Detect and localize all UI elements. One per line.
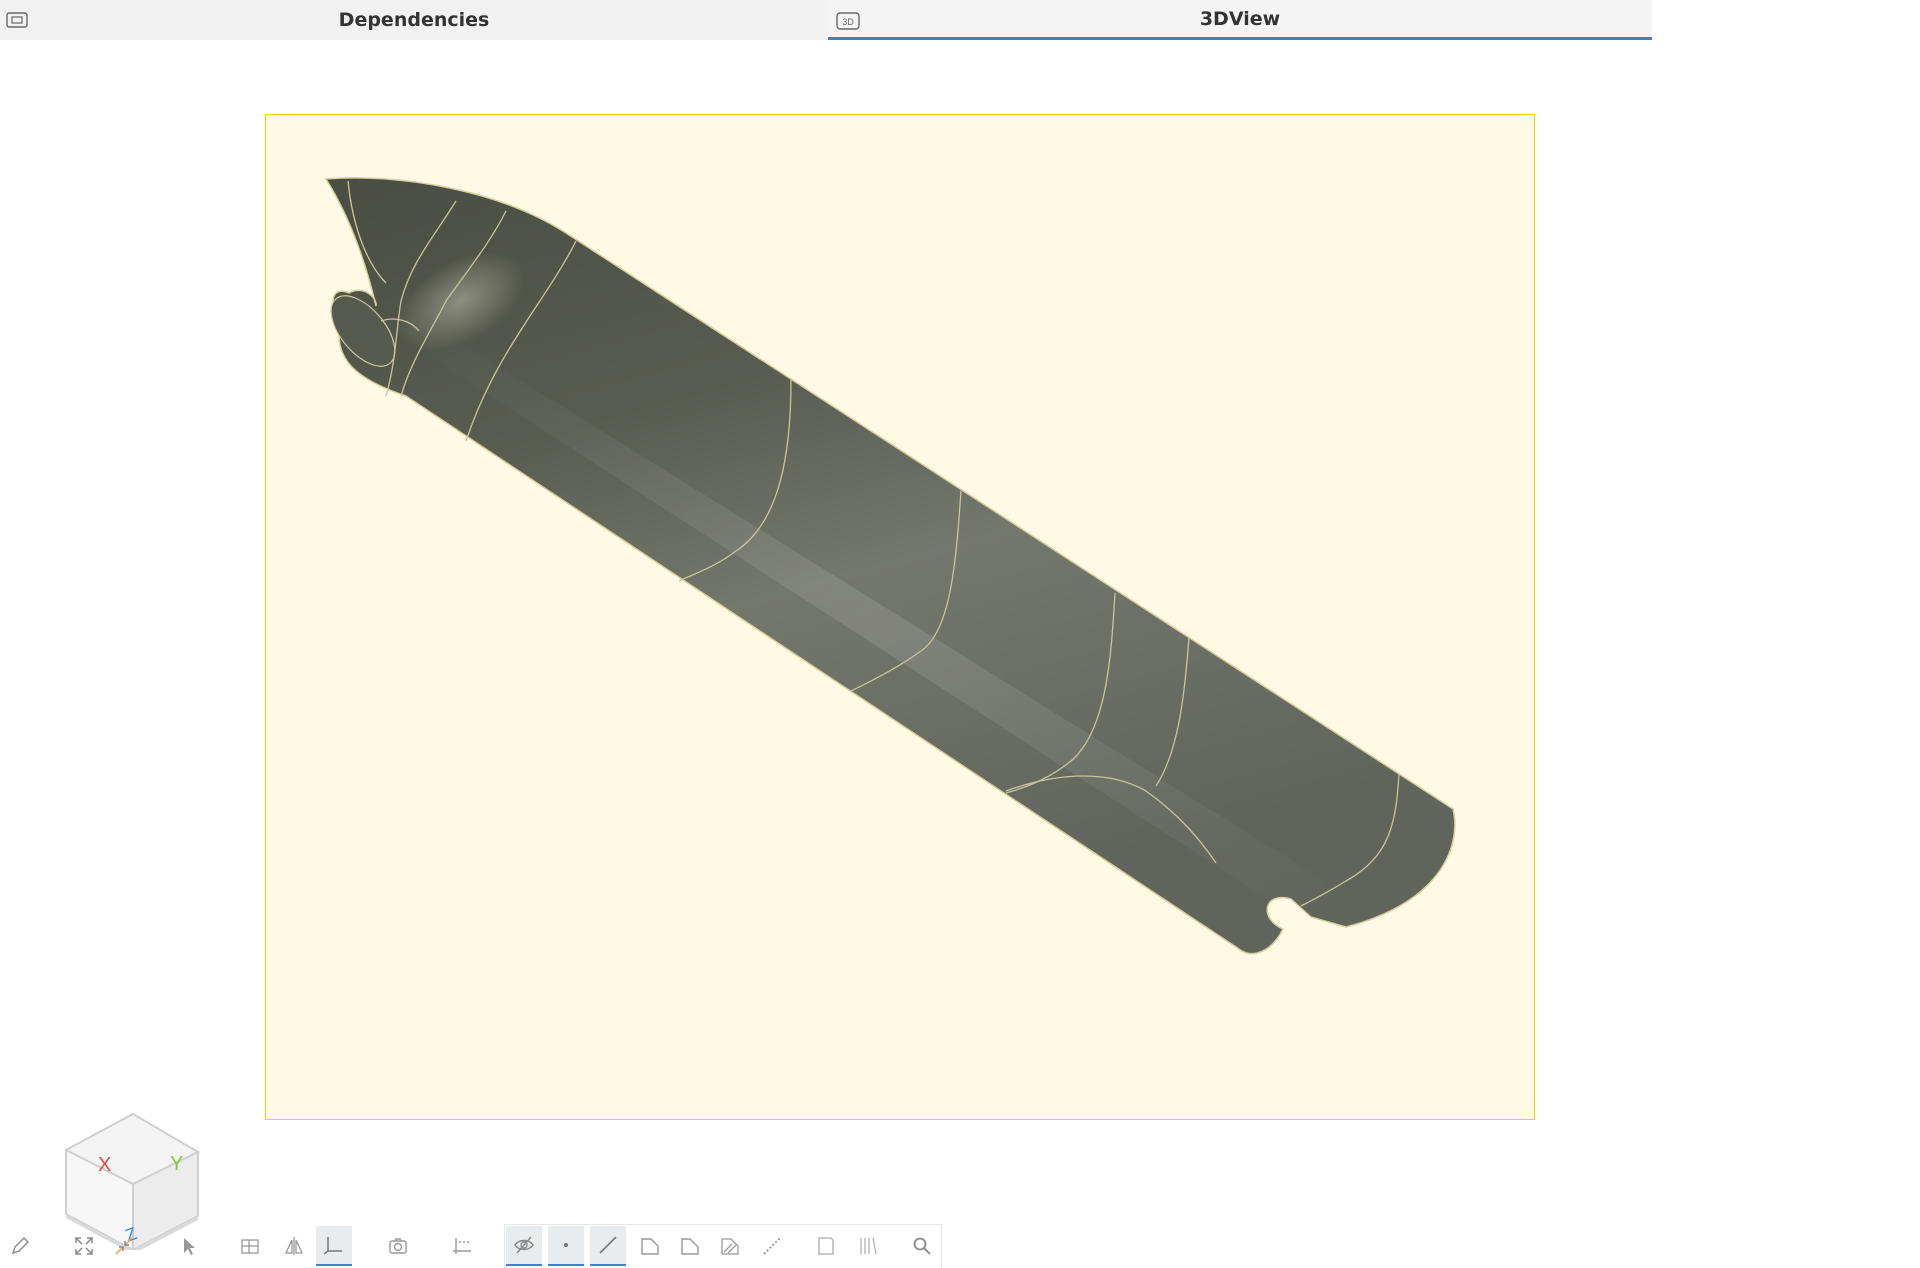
sketch-pencil-icon[interactable] (2, 1226, 38, 1266)
tab-dependencies[interactable]: Dependencies (0, 0, 828, 40)
select-arrow-icon[interactable] (170, 1226, 206, 1266)
fit-all-icon[interactable] (66, 1226, 102, 1266)
dimension-icon[interactable] (444, 1226, 480, 1266)
face-hatched-icon[interactable] (712, 1226, 748, 1266)
view-toolbar (0, 1224, 960, 1268)
dotted-line-icon[interactable] (754, 1226, 790, 1266)
3d-view-icon: 3D (836, 12, 860, 30)
hull-model[interactable] (266, 115, 1536, 1121)
tab-bar: Dependencies 3D 3DView (0, 0, 1652, 40)
fit-selection-icon[interactable] (106, 1226, 142, 1266)
face-shaded-icon[interactable] (672, 1226, 708, 1266)
hide-icon[interactable] (506, 1226, 542, 1266)
camera-icon[interactable] (380, 1226, 416, 1266)
viewport-3d[interactable]: X Y Z (0, 40, 1652, 1254)
model-bounding-frame (265, 114, 1535, 1120)
tab-label: Dependencies (338, 9, 490, 31)
axis-icon[interactable] (316, 1226, 352, 1266)
face-icon[interactable] (632, 1226, 668, 1266)
y-axis-label: Y (170, 1153, 183, 1175)
panel-icon (6, 12, 28, 28)
search-icon[interactable] (904, 1226, 940, 1266)
edge-icon[interactable] (590, 1226, 626, 1266)
svg-text:3D: 3D (842, 17, 854, 27)
tab-label: 3DView (1199, 7, 1281, 30)
mirror-icon[interactable] (276, 1226, 312, 1266)
tab-3dview[interactable]: 3D 3DView (828, 0, 1652, 40)
x-axis-label: X (98, 1154, 111, 1176)
stripes-icon[interactable] (850, 1226, 886, 1266)
grid-view-icon[interactable] (232, 1226, 268, 1266)
section-icon[interactable] (808, 1226, 844, 1266)
vertex-icon[interactable] (548, 1226, 584, 1266)
